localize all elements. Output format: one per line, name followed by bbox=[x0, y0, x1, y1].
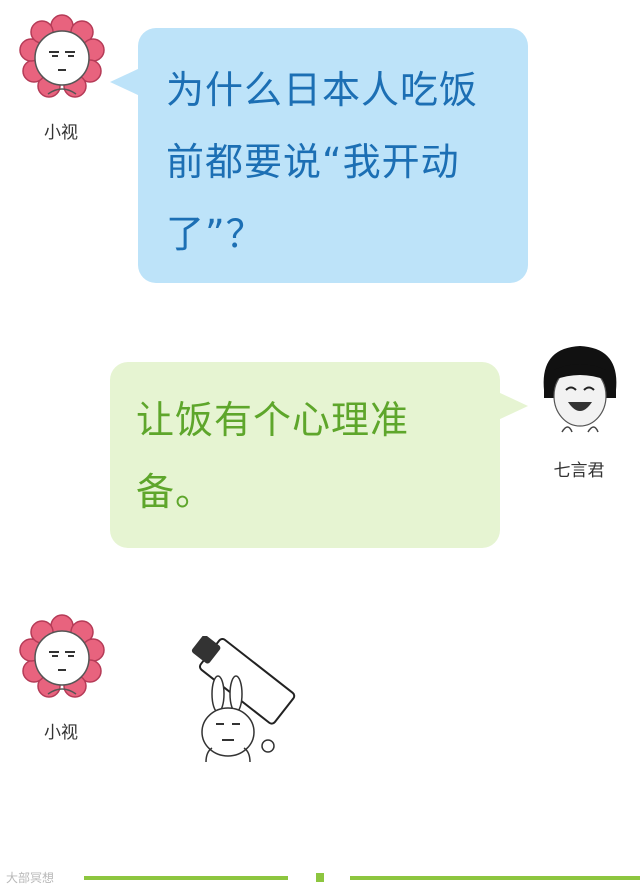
message-text: 让饭有个心理准备。 bbox=[136, 398, 410, 514]
watermark-text: 大部冥想 bbox=[6, 871, 55, 885]
flower-face-avatar-icon[interactable] bbox=[18, 14, 106, 102]
footer-divider-dot bbox=[316, 873, 324, 882]
bunny-with-cleaver-sticker[interactable] bbox=[172, 636, 302, 766]
sender-name: 小视 bbox=[44, 123, 78, 143]
message-bubble-outgoing[interactable]: 让饭有个心理准备。 bbox=[110, 362, 528, 548]
message-bubble-incoming[interactable]: 为什么日本人吃饭前都要说“我开动了”？ bbox=[110, 28, 528, 283]
sender-name: 七言君 bbox=[553, 461, 605, 481]
message-text: 为什么日本人吃饭前都要说“我开动了”？ bbox=[166, 68, 479, 256]
flower-face-avatar-icon[interactable] bbox=[18, 614, 106, 702]
footer-divider-left bbox=[84, 876, 288, 880]
sender-name: 小视 bbox=[44, 723, 78, 743]
footer-divider-right bbox=[350, 876, 640, 880]
laughing-face-avatar-icon[interactable] bbox=[534, 340, 626, 440]
